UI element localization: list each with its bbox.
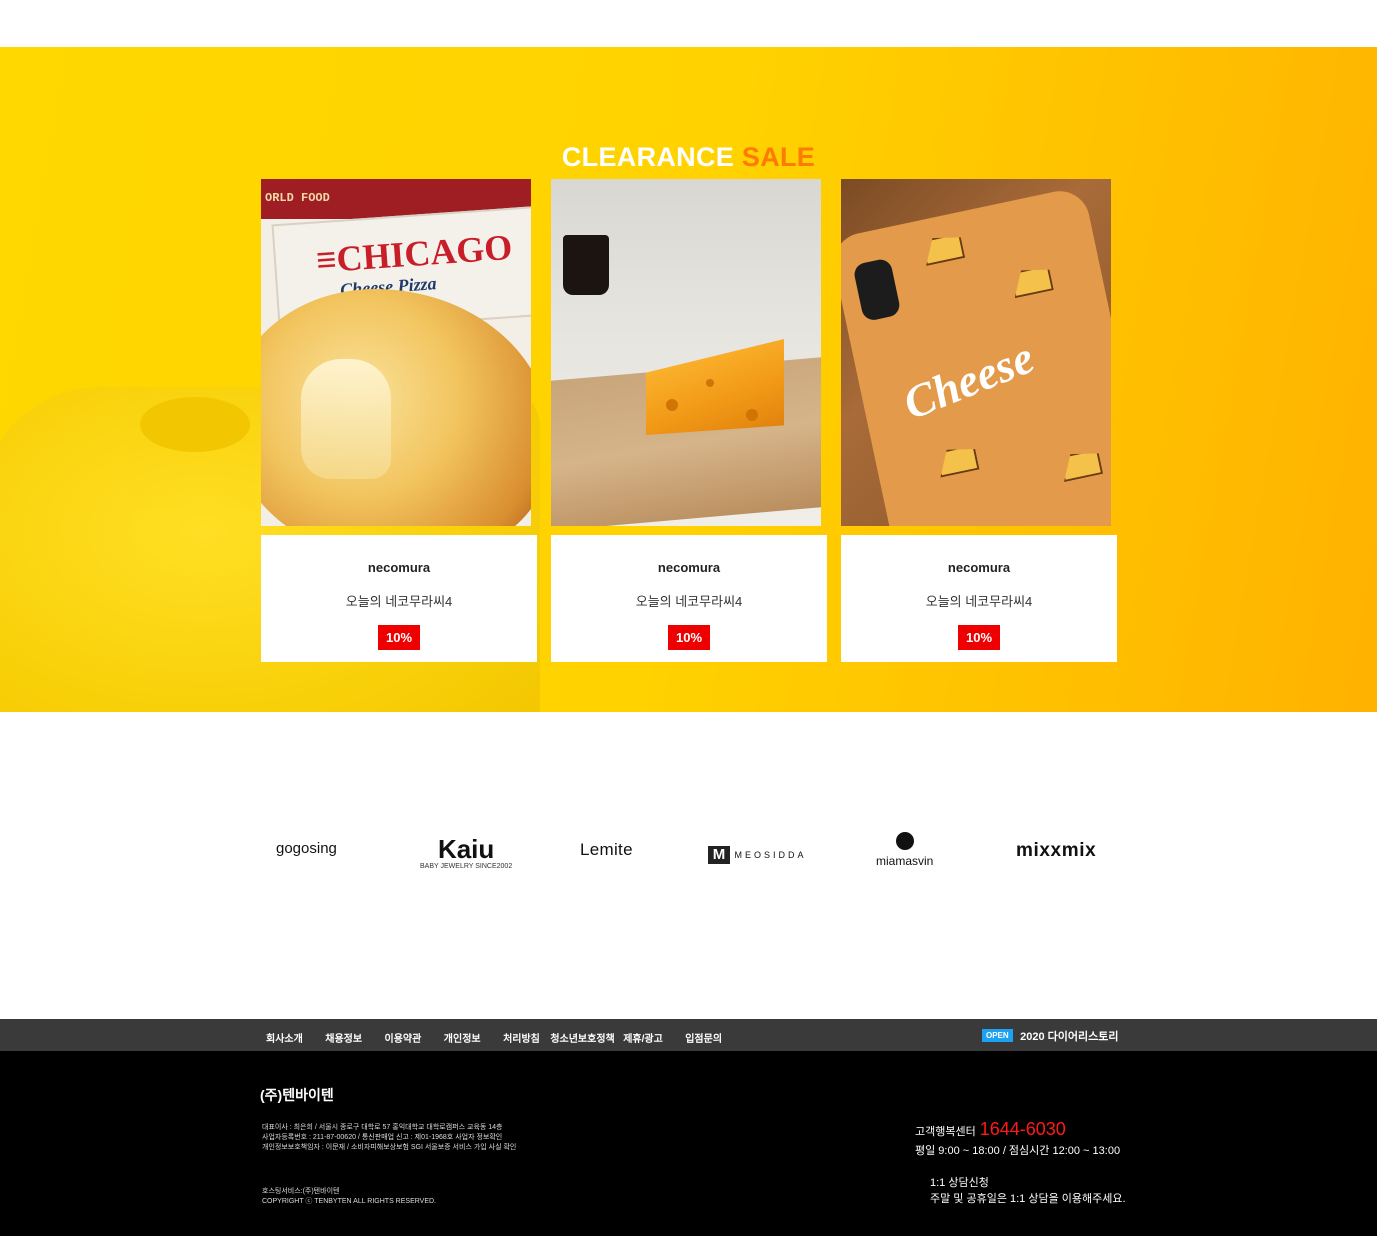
pizza-box-title: ≡CHICAGO	[314, 226, 514, 281]
qna-note: 주말 및 공휴일은 1:1 상담을 이용해주세요.	[930, 1193, 1126, 1205]
copyright-text: COPYRIGHT ⓒ TENBYTEN ALL RIGHTS RESERVED…	[262, 1198, 437, 1205]
phone-case-word: Cheese	[896, 331, 1041, 430]
business-info-line: 대표이사 : 최은희 / 서울시 종로구 대학로 57 홍익대학교 대학로캠퍼스…	[262, 1124, 503, 1131]
product-brand: necomura	[947, 560, 1011, 575]
footer-link-partnership[interactable]: 제휴/광고	[623, 1034, 663, 1045]
business-info-line[interactable]: 사업자등록번호 : 211-87-00620 / 통신판매업 신고 : 제01-…	[262, 1133, 516, 1143]
brand-logos: gogosing Kaiu BABY JEWELRY SINCE2002 Lem…	[0, 800, 1377, 910]
kaiu-tagline: BABY JEWELRY SINCE2002	[420, 863, 513, 870]
footer-links: 회사소개 채용정보 이용약관 개인정보 처리방침 청소년보호정책 제휴/광고 입…	[266, 1029, 740, 1047]
meosidda-wordmark: MEOSIDDA	[734, 850, 807, 860]
business-info-line[interactable]: 개인정보보호책임자 : 이문재 / 소비자피해보상보험 SGI 서울보증 서비스…	[262, 1143, 516, 1153]
customer-service: 고객행복센터 1644-6030 평일 9:00 ~ 18:00 / 점심시간 1…	[915, 1119, 1120, 1158]
brand-logo-mixxmix[interactable]: mixxmix	[1016, 840, 1096, 862]
hosting-info: 호스팅서비스:(주)텐바이텐	[262, 1188, 340, 1195]
miamasvin-wordmark: miamasvin	[876, 854, 934, 868]
company-name: (주)텐바이텐	[260, 1087, 334, 1103]
brand-logo-gogosing[interactable]: gogosing	[276, 840, 337, 857]
pizza-image[interactable]: ORLD FOOD ≡CHICAGO Cheese Pizza	[261, 179, 531, 526]
product-info: necomura 오늘의 네코무라씨4 10%	[261, 535, 537, 662]
business-info: 대표이사 : 최은희 / 서울시 종로구 대학로 57 홍익대학교 대학로캠퍼스…	[262, 1123, 516, 1153]
footer-link-youth[interactable]: 청소년보호정책	[550, 1034, 614, 1045]
discount-badge: 10%	[667, 625, 711, 650]
footer-link-company[interactable]: 회사소개	[266, 1034, 303, 1045]
product-name[interactable]: 오늘의 네코무라씨4	[551, 591, 827, 610]
footer-link-privacy-policy[interactable]: 처리방침	[503, 1034, 540, 1045]
open-promo-text: 2020 다이어리스토리	[1020, 1030, 1119, 1043]
footer-link-store-inquiry[interactable]: 입점문의	[685, 1034, 722, 1045]
open-promo-link[interactable]: OPEN 2020 다이어리스토리	[982, 1027, 1119, 1045]
discount-badge: 10%	[377, 625, 421, 650]
heart-icon	[891, 828, 918, 854]
section-title: CLEARANCE SALE	[0, 142, 1377, 173]
cheese-candle-image[interactable]	[551, 179, 821, 526]
title-accent: SALE	[741, 142, 816, 172]
cs-label: 고객행복센터	[915, 1126, 976, 1138]
product-info: necomura 오늘의 네코무라씨4 10%	[841, 535, 1117, 662]
footer-link-terms[interactable]: 이용약관	[385, 1034, 422, 1045]
meosidda-m-icon: M	[708, 846, 730, 864]
discount-badge: 10%	[957, 625, 1001, 650]
kaiu-wordmark: Kaiu	[437, 834, 495, 864]
cs-hours: 평일 9:00 ~ 18:00 / 점심시간 12:00 ~ 13:00	[915, 1145, 1121, 1157]
footer-link-privacy[interactable]: 개인정보	[444, 1034, 481, 1045]
product-card[interactable]: necomura 오늘의 네코무라씨4 10%	[551, 179, 827, 662]
footer-link-recruit[interactable]: 채용정보	[325, 1034, 362, 1045]
copyright-block: 호스팅서비스:(주)텐바이텐 COPYRIGHT ⓒ TENBYTEN ALL …	[262, 1187, 436, 1207]
cs-phone[interactable]: 1644-6030	[980, 1119, 1066, 1139]
product-brand: necomura	[657, 560, 721, 575]
qna-label[interactable]: 1:1 상담신청	[930, 1175, 1126, 1191]
clearance-sale-banner: CLEARANCE SALE ORLD FOOD ≡CHICAGO Cheese…	[0, 47, 1377, 712]
brand-logo-miamasvin[interactable]: miamasvin	[876, 828, 934, 870]
top-whitespace	[0, 0, 1377, 47]
footer-nav: 회사소개 채용정보 이용약관 개인정보 처리방침 청소년보호정책 제휴/광고 입…	[0, 1019, 1377, 1051]
open-badge: OPEN	[982, 1029, 1013, 1043]
product-name[interactable]: 오늘의 네코무라씨4	[261, 591, 537, 610]
one-on-one-inquiry[interactable]: 1:1 상담신청 주말 및 공휴일은 1:1 상담을 이용해주세요.	[930, 1175, 1126, 1207]
brand-logo-meosidda[interactable]: M MEOSIDDA	[708, 846, 806, 864]
footer: (주)텐바이텐 대표이사 : 최은희 / 서울시 종로구 대학로 57 홍익대학…	[0, 1051, 1377, 1236]
product-name[interactable]: 오늘의 네코무라씨4	[841, 591, 1117, 610]
title-main: CLEARANCE	[561, 142, 742, 172]
product-brand: necomura	[367, 560, 431, 575]
brand-logo-lemite[interactable]: Lemite	[580, 840, 633, 860]
product-info: necomura 오늘의 네코무라씨4 10%	[551, 535, 827, 662]
brand-logo-kaiu[interactable]: Kaiu BABY JEWELRY SINCE2002	[420, 834, 512, 870]
product-card[interactable]: ORLD FOOD ≡CHICAGO Cheese Pizza necomura…	[261, 179, 537, 662]
cheese-phone-case-image[interactable]: Cheese	[841, 179, 1111, 526]
product-card[interactable]: Cheese necomura 오늘의 네코무라씨4 10%	[841, 179, 1117, 662]
